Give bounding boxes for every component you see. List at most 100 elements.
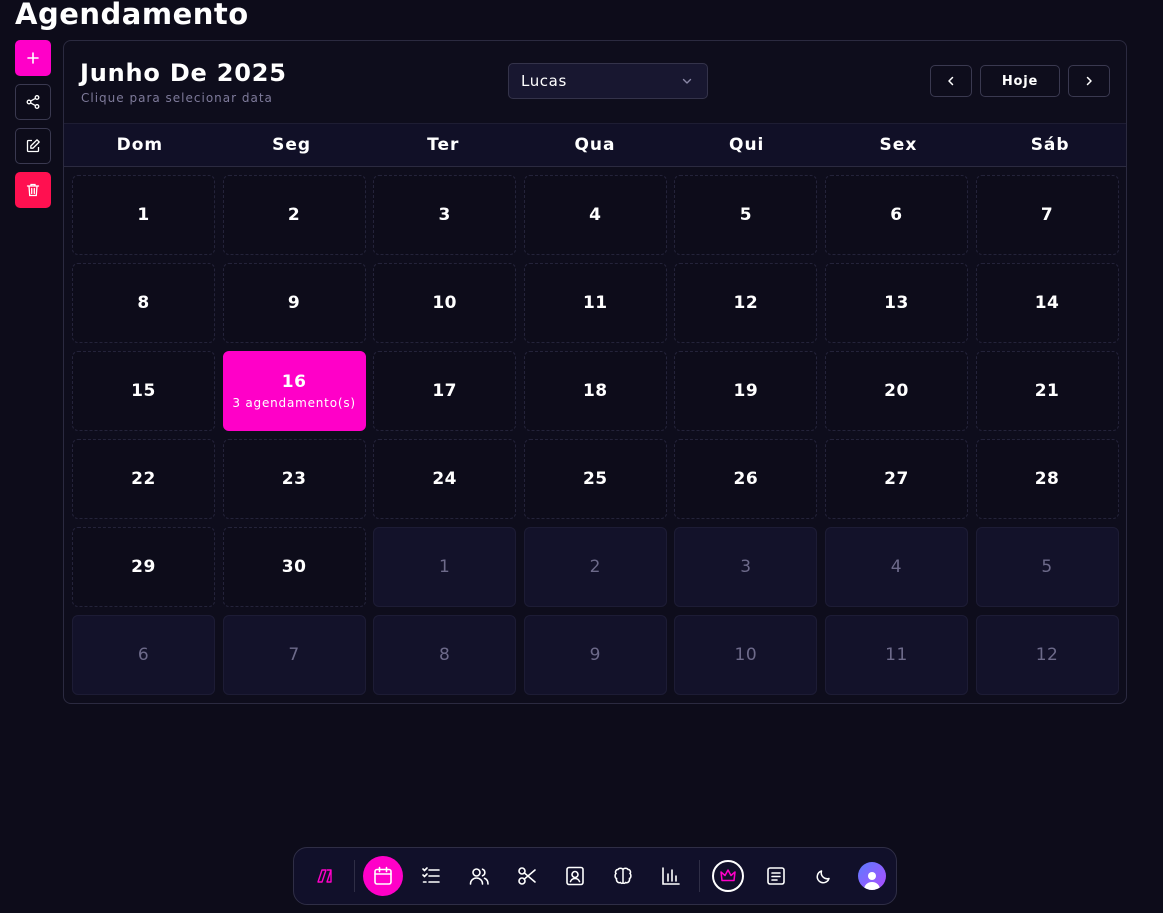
calendar-day-other-month[interactable]: 10 xyxy=(674,615,818,695)
day-number: 23 xyxy=(281,469,307,489)
dock-reports[interactable] xyxy=(651,856,691,896)
day-number: 27 xyxy=(884,469,909,489)
dock-calendar[interactable] xyxy=(363,856,403,896)
calendar-day[interactable]: 13 xyxy=(824,263,968,343)
bar-chart-icon xyxy=(662,867,680,885)
day-number: 8 xyxy=(439,645,451,665)
calendar-day[interactable]: 6 xyxy=(824,175,968,255)
chevron-right-icon xyxy=(1086,76,1092,86)
calendar-day-selected[interactable]: 16 3 agendamento(s) xyxy=(222,351,366,431)
calendar-day-other-month[interactable]: 12 xyxy=(975,615,1119,695)
calendar-day-other-month[interactable]: 11 xyxy=(824,615,968,695)
calendar-day[interactable]: 2 xyxy=(222,175,366,255)
dock-notes[interactable] xyxy=(756,856,796,896)
appointment-count: 3 agendamento(s) xyxy=(232,396,356,410)
calendar-day-other-month[interactable]: 8 xyxy=(373,615,517,695)
weekday-label: Qui xyxy=(729,135,765,155)
calendar-day[interactable]: 8 xyxy=(72,263,215,343)
calendar-day[interactable]: 10 xyxy=(373,263,517,343)
calendar-day[interactable]: 27 xyxy=(824,439,968,519)
delete-button[interactable] xyxy=(15,172,51,208)
dock-professionals[interactable] xyxy=(555,856,595,896)
dock-logo[interactable] xyxy=(306,856,346,896)
calendar-day[interactable]: 15 xyxy=(72,351,215,431)
day-number: 6 xyxy=(137,645,150,665)
day-number: 24 xyxy=(432,469,458,489)
previous-month-button[interactable] xyxy=(930,65,972,97)
day-number: 6 xyxy=(890,205,903,225)
add-button[interactable] xyxy=(15,40,51,76)
dock-ai[interactable] xyxy=(603,856,643,896)
calendar-day[interactable]: 20 xyxy=(824,351,968,431)
day-number: 4 xyxy=(890,557,903,577)
today-button[interactable]: Hoje xyxy=(980,65,1060,97)
weekday-label: Sáb xyxy=(1030,135,1070,155)
dock-clients[interactable] xyxy=(459,856,499,896)
chevron-down-icon xyxy=(682,78,692,84)
calendar-day[interactable]: 28 xyxy=(975,439,1119,519)
calendar-day[interactable]: 9 xyxy=(222,263,366,343)
calendar-day[interactable]: 17 xyxy=(373,351,517,431)
next-month-button[interactable] xyxy=(1068,65,1110,97)
calendar-day-other-month[interactable]: 9 xyxy=(523,615,667,695)
calendar-day-other-month[interactable]: 7 xyxy=(222,615,366,695)
dock-list[interactable] xyxy=(411,856,451,896)
calendar-day-other-month[interactable]: 4 xyxy=(824,527,968,607)
share-icon xyxy=(26,95,40,109)
professional-select[interactable]: Lucas xyxy=(508,63,708,99)
calendar-day[interactable]: 25 xyxy=(523,439,667,519)
day-number: 11 xyxy=(582,293,608,313)
calendar-icon xyxy=(374,866,392,885)
calendar-day[interactable]: 1 xyxy=(72,175,215,255)
day-number: 9 xyxy=(589,645,601,665)
day-number: 20 xyxy=(884,381,909,401)
calendar-day-other-month[interactable]: 3 xyxy=(674,527,818,607)
dock-theme-toggle[interactable] xyxy=(804,856,844,896)
calendar-day[interactable]: 22 xyxy=(72,439,215,519)
calendar-day[interactable]: 5 xyxy=(674,175,818,255)
day-number: 12 xyxy=(1035,645,1059,665)
calendar-day[interactable]: 14 xyxy=(975,263,1119,343)
calendar-day[interactable]: 4 xyxy=(523,175,667,255)
edit-button[interactable] xyxy=(15,128,51,164)
calendar-day-other-month[interactable]: 5 xyxy=(975,527,1119,607)
weekday-label: Qua xyxy=(574,135,616,155)
trash-icon xyxy=(26,183,40,197)
month-subtitle: Clique para selecionar data xyxy=(81,91,273,105)
scissors-icon xyxy=(518,867,536,885)
day-number: 9 xyxy=(287,293,301,313)
calendar-day-other-month[interactable]: 1 xyxy=(373,527,517,607)
dock-profile[interactable] xyxy=(852,856,892,896)
calendar-day[interactable]: 30 xyxy=(222,527,366,607)
calendar-day[interactable]: 23 xyxy=(222,439,366,519)
day-number: 7 xyxy=(288,645,300,665)
calendar-day[interactable]: 24 xyxy=(373,439,517,519)
calendar-day[interactable]: 12 xyxy=(674,263,818,343)
day-number: 11 xyxy=(885,645,908,665)
calendar-day[interactable]: 21 xyxy=(975,351,1119,431)
calendar-header: Junho De 2025 Clique para selecionar dat… xyxy=(64,41,1126,123)
calendar-day[interactable]: 29 xyxy=(72,527,215,607)
day-number: 12 xyxy=(733,293,759,313)
calendar-day[interactable]: 26 xyxy=(674,439,818,519)
day-number: 5 xyxy=(1041,557,1053,577)
day-number: 4 xyxy=(589,205,602,225)
day-number: 17 xyxy=(432,381,458,401)
calendar-day[interactable]: 3 xyxy=(373,175,517,255)
dock-premium[interactable] xyxy=(708,856,748,896)
dock-services[interactable] xyxy=(507,856,547,896)
share-button[interactable] xyxy=(15,84,51,120)
calendar-day-other-month[interactable]: 2 xyxy=(523,527,667,607)
calendar-day-other-month[interactable]: 6 xyxy=(72,615,215,695)
dock-separator xyxy=(699,860,700,892)
day-number: 3 xyxy=(438,205,451,225)
calendar-day[interactable]: 18 xyxy=(523,351,667,431)
calendar-day[interactable]: 7 xyxy=(975,175,1119,255)
contact-icon xyxy=(566,866,584,886)
page-title: Agendamento xyxy=(15,0,249,31)
calendar-day[interactable]: 19 xyxy=(674,351,818,431)
calendar-day[interactable]: 11 xyxy=(523,263,667,343)
calendar-panel: Junho De 2025 Clique para selecionar dat… xyxy=(63,40,1127,704)
day-number: 30 xyxy=(281,557,307,577)
weekday-header: Dom Seg Ter Qua Qui Sex Sáb xyxy=(64,123,1126,167)
